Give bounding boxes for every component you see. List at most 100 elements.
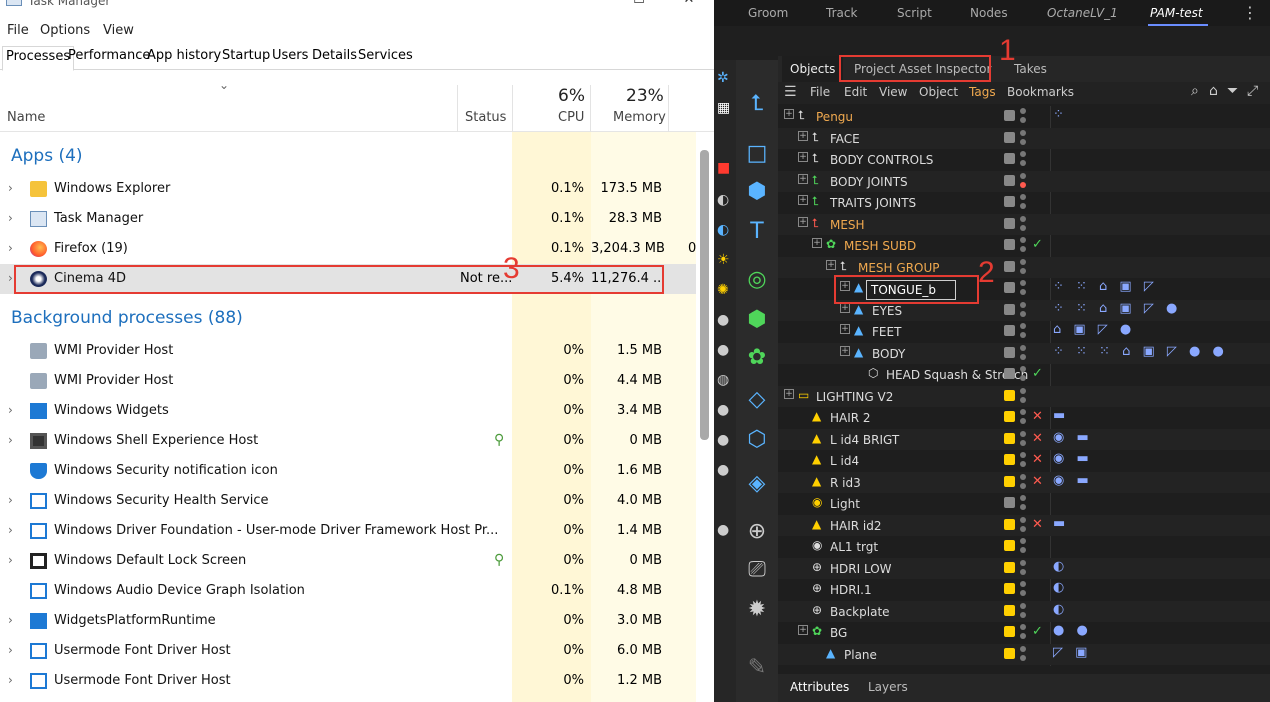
maximize-button[interactable]: ☐ <box>616 0 662 14</box>
render-visibility-dot[interactable] <box>1020 181 1026 188</box>
background-process-row[interactable]: › Windows Security Health Service 0% 4.0 MB <box>0 486 696 516</box>
layer-color-swatch[interactable] <box>1004 561 1015 573</box>
hamburger-menu-icon[interactable]: ☰ <box>784 84 797 100</box>
disabled-x-icon[interactable]: ✕ <box>1032 517 1043 532</box>
close-button[interactable]: ✕ <box>666 0 712 14</box>
editor-visibility-dot[interactable] <box>1020 280 1026 286</box>
object-row[interactable]: ▲ HAIR id2 ✕ ▬ <box>778 514 1270 536</box>
sphere-icon-3[interactable]: ● <box>717 402 729 418</box>
layer-color-swatch[interactable] <box>1004 282 1015 293</box>
enabled-check-icon[interactable]: ✓ <box>1032 624 1043 639</box>
om-menu-edit[interactable]: Edit <box>844 85 867 99</box>
editor-visibility-dot[interactable] <box>1020 409 1026 415</box>
editor-visibility-dot[interactable] <box>1020 602 1026 609</box>
header-status[interactable]: Status <box>465 110 506 125</box>
layout-tab-track[interactable]: Track <box>826 6 857 20</box>
expand-toggle-icon[interactable]: + <box>798 195 808 205</box>
expand-toggle-icon[interactable]: + <box>826 259 836 270</box>
layout-tab-groom[interactable]: Groom <box>748 6 788 20</box>
generator-icon[interactable]: ◎ <box>743 266 771 294</box>
render-visibility-dot[interactable] <box>1020 654 1026 661</box>
expand-toggle-icon[interactable]: + <box>812 238 822 248</box>
render-visibility-dot[interactable] <box>1020 418 1026 424</box>
editor-visibility-dot[interactable] <box>1020 387 1026 394</box>
layout-tab-pam-test[interactable]: PAM-test <box>1150 6 1203 20</box>
editor-visibility-dot[interactable] <box>1020 215 1026 222</box>
object-row[interactable]: + ⮤ Pengu ⁘ <box>778 106 1270 127</box>
object-tags[interactable]: ◐ <box>1053 580 1068 595</box>
background-process-row[interactable]: WMI Provider Host 0% 4.4 MB <box>0 366 696 396</box>
object-tags[interactable]: ⁘ <box>1053 107 1068 122</box>
expand-toggle-icon[interactable]: + <box>840 345 850 356</box>
menu-file[interactable]: File <box>7 23 29 38</box>
expand-toggle-icon[interactable]: + <box>798 130 808 141</box>
checker-icon[interactable]: ▦ <box>717 100 730 116</box>
editor-visibility-dot[interactable] <box>1020 430 1026 437</box>
app-row[interactable]: › Firefox (19) 0.1% 3,204.3 MB 0 <box>0 234 696 264</box>
render-visibility-dot[interactable] <box>1020 138 1026 145</box>
layer-color-swatch[interactable] <box>1004 153 1015 164</box>
background-process-row[interactable]: Windows Security notification icon 0% 1.6 … <box>0 456 696 486</box>
background-process-row[interactable]: › WidgetsPlatformRuntime 0% 3.0 MB <box>0 606 696 636</box>
layout-tab-script[interactable]: Script <box>897 6 932 20</box>
disabled-x-icon[interactable]: ✕ <box>1032 431 1043 446</box>
enabled-check-icon[interactable]: ✓ <box>1032 237 1043 252</box>
object-row[interactable]: ◉ AL1 trgt <box>778 536 1270 557</box>
object-tags[interactable]: ▬ <box>1053 516 1069 531</box>
expand-toggle-icon[interactable]: + <box>840 302 850 313</box>
layer-color-swatch[interactable] <box>1004 260 1015 272</box>
tab-takes[interactable]: Takes <box>1014 62 1047 76</box>
om-menu-file[interactable]: File <box>810 85 830 99</box>
render-visibility-dot[interactable] <box>1020 160 1026 166</box>
background-process-row[interactable]: WMI Provider Host 0% 1.5 MB <box>0 336 696 366</box>
object-row[interactable]: ⊕ HDRI.1 ◐ <box>778 579 1270 600</box>
layer-color-swatch[interactable] <box>1004 110 1015 121</box>
tab-processes[interactable]: Processes <box>2 46 75 71</box>
expand-chevron-icon[interactable]: › <box>8 643 13 657</box>
tab-startup[interactable]: Startup <box>219 48 273 70</box>
filter-icon[interactable]: ⏷ <box>1227 83 1238 99</box>
layer-color-swatch[interactable] <box>1004 346 1015 358</box>
text-tool-icon[interactable]: T <box>743 218 771 246</box>
render-visibility-dot[interactable] <box>1020 482 1026 489</box>
sphere-icon[interactable]: ● <box>717 312 729 328</box>
object-row[interactable]: + ⮤ BODY JOINTS <box>778 170 1270 192</box>
editor-visibility-dot[interactable] <box>1020 559 1026 566</box>
editor-visibility-dot[interactable] <box>1020 538 1026 544</box>
expand-toggle-icon[interactable]: + <box>784 388 794 399</box>
object-row[interactable]: ⊕ HDRI LOW ◐ <box>778 557 1270 579</box>
header-cpu[interactable]: CPU <box>558 110 584 125</box>
layer-color-swatch[interactable] <box>1004 174 1015 186</box>
background-process-row[interactable]: › Windows Driver Foundation - User-mode D… <box>0 516 696 546</box>
expand-chevron-icon[interactable]: › <box>8 673 13 687</box>
app-row[interactable]: › Task Manager 0.1% 28.3 MB <box>0 204 696 234</box>
object-row[interactable]: + ✿ BG ✓ ● ● <box>778 622 1270 643</box>
layer-color-swatch[interactable] <box>1004 217 1015 229</box>
editor-visibility-dot[interactable] <box>1020 581 1026 587</box>
scrollbar-thumb[interactable] <box>700 150 709 440</box>
light-tool-icon[interactable]: ✹ <box>743 596 771 624</box>
checker-sphere-icon[interactable]: ◍ <box>717 372 729 388</box>
disabled-x-icon[interactable]: ✕ <box>1032 474 1043 489</box>
layer-color-swatch[interactable] <box>1004 647 1015 659</box>
expand-chevron-icon[interactable]: › <box>8 553 13 567</box>
object-row[interactable]: ▲ L id4 ✕ ◉ ▬ <box>778 450 1270 471</box>
minimize-button[interactable]: — <box>572 0 618 14</box>
layer-color-swatch[interactable] <box>1004 583 1015 594</box>
object-tags[interactable]: ◉ ▬ <box>1053 473 1093 488</box>
render-visibility-dot[interactable] <box>1020 375 1026 381</box>
camera-icon[interactable]: ⎚ <box>743 556 771 584</box>
om-menu-tags[interactable]: Tags <box>969 85 996 99</box>
render-visibility-dot[interactable] <box>1020 396 1026 403</box>
expand-chevron-icon[interactable]: › <box>8 493 13 507</box>
background-process-row[interactable]: › Windows Widgets 0% 3.4 MB <box>0 396 696 426</box>
layer-color-swatch[interactable] <box>1004 518 1015 530</box>
layer-color-swatch[interactable] <box>1004 432 1015 444</box>
render-visibility-dot[interactable] <box>1020 224 1026 231</box>
cube-icon[interactable]: ⬢ <box>743 178 771 206</box>
object-row[interactable]: + ▭ LIGHTING V2 <box>778 385 1270 407</box>
disabled-x-icon[interactable]: ✕ <box>1032 452 1043 467</box>
tab-users[interactable]: Users <box>269 48 311 70</box>
sphere-icon-6[interactable]: ● <box>717 522 729 538</box>
effector-icon[interactable]: ✿ <box>743 344 771 372</box>
